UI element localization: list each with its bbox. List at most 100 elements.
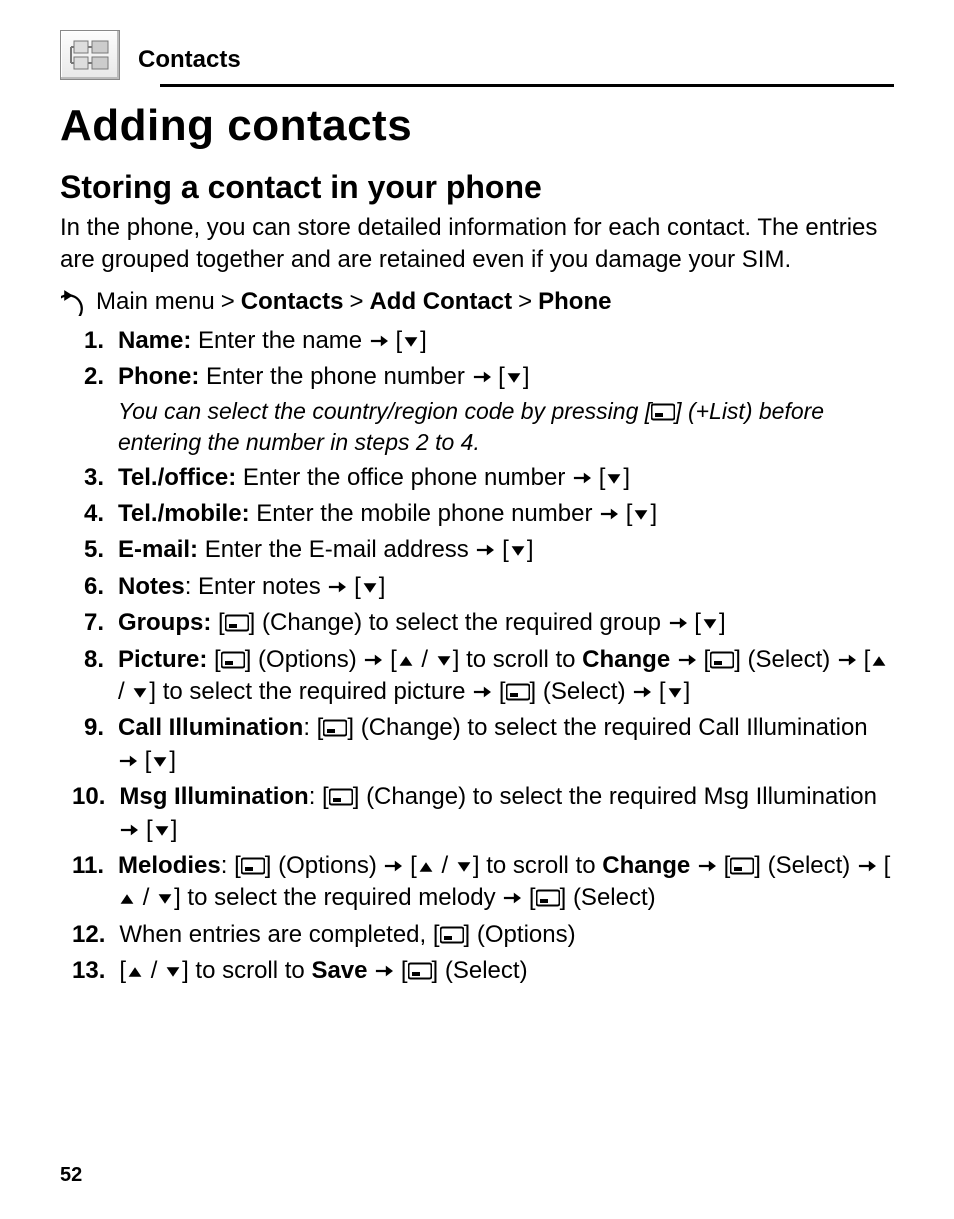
down-icon — [632, 507, 650, 523]
step-label: Name: — [118, 327, 191, 354]
breadcrumb: Main menu > Contacts > Add Contact > Pho… — [60, 287, 894, 317]
step-scroll: to scroll to — [486, 852, 595, 879]
enter-icon — [60, 287, 90, 317]
down-icon — [455, 859, 473, 875]
note-text-a: You can select the country/region code b… — [118, 398, 638, 424]
up-icon — [870, 653, 888, 669]
step-4: 4. Tel./mobile: Enter the mobile phone n… — [72, 498, 894, 530]
right-arrow-icon — [327, 578, 347, 596]
step-label: Msg Illumination — [119, 783, 308, 810]
up-icon — [118, 891, 136, 907]
step-num: 5. — [72, 534, 104, 566]
down-icon — [164, 964, 182, 980]
down-icon — [151, 754, 169, 770]
down-icon — [153, 823, 171, 839]
step-3: 3. Tel./office: Enter the office phone n… — [72, 462, 894, 494]
step-text: Enter the phone number — [206, 363, 465, 390]
down-icon — [701, 616, 719, 632]
right-arrow-icon — [697, 857, 717, 875]
nav-sep: > — [349, 288, 363, 316]
step-select: (Select) — [748, 646, 831, 673]
right-arrow-icon — [632, 683, 652, 701]
right-arrow-icon — [837, 651, 857, 669]
step-text: (Change) to select the required group — [262, 609, 661, 636]
right-arrow-icon — [472, 683, 492, 701]
step-change: Change — [602, 852, 690, 879]
nav-sep: > — [221, 288, 235, 316]
step-10: 10. Msg Illumination: [] (Change) to sel… — [72, 781, 894, 846]
right-arrow-icon — [118, 752, 138, 770]
note-text-b: (+List) — [688, 398, 753, 424]
down-icon — [361, 580, 379, 596]
step-text: (Change) to select the required Call Ill… — [361, 714, 868, 741]
right-arrow-icon — [383, 857, 403, 875]
step-scroll: to scroll to — [466, 646, 575, 673]
nav-sep: > — [518, 288, 532, 316]
softkey-icon — [221, 651, 245, 669]
step-label: Melodies — [118, 852, 221, 879]
step-num: 10. — [72, 781, 105, 846]
step-scroll: to scroll to — [195, 957, 304, 984]
down-icon — [131, 685, 149, 701]
step-num: 8. — [72, 644, 104, 709]
step-8: 8. Picture: [] (Options) [ / ] to scroll… — [72, 644, 894, 709]
softkey-icon — [225, 614, 249, 632]
right-arrow-icon — [599, 505, 619, 523]
step-label: Phone: — [118, 363, 199, 390]
step-12: 12. When entries are completed, [] (Opti… — [72, 919, 894, 951]
step-text: Enter the mobile phone number — [256, 500, 592, 527]
right-arrow-icon — [677, 651, 697, 669]
step-select: (Select) — [543, 678, 626, 705]
step-num: 7. — [72, 607, 104, 639]
step-text: : Enter notes — [185, 573, 321, 600]
step-num: 4. — [72, 498, 104, 530]
step-note: You can select the country/region code b… — [118, 396, 894, 458]
step-label: Groups: — [118, 609, 211, 636]
page-title: Adding contacts — [60, 101, 894, 151]
down-icon — [435, 653, 453, 669]
softkey-icon — [536, 889, 560, 907]
right-arrow-icon — [857, 857, 877, 875]
step-label: Notes — [118, 573, 185, 600]
softkey-icon — [323, 719, 347, 737]
up-icon — [397, 653, 415, 669]
step-label: Call Illumination — [118, 714, 303, 741]
step-num: 3. — [72, 462, 104, 494]
step-num: 11. — [72, 850, 104, 915]
step-list: 1. Name: Enter the name [] 2. Phone: Ent… — [72, 325, 894, 988]
right-arrow-icon — [668, 614, 688, 632]
step-mid: to select the required picture — [163, 678, 466, 705]
step-change: Change — [582, 646, 670, 673]
step-7: 7. Groups: [] (Change) to select the req… — [72, 607, 894, 639]
step-text: Enter the name — [198, 327, 362, 354]
right-arrow-icon — [572, 469, 592, 487]
right-arrow-icon — [363, 651, 383, 669]
step-num: 1. — [72, 325, 104, 357]
step-1: 1. Name: Enter the name [] — [72, 325, 894, 357]
step-2: 2. Phone: Enter the phone number [] You … — [72, 361, 894, 457]
step-options: (Options) — [477, 921, 576, 948]
step-save: Save — [311, 957, 367, 984]
nav-item-add-contact: Add Contact — [369, 288, 512, 316]
step-13: 13. [ / ] to scroll to Save [] (Select) — [72, 955, 894, 987]
up-icon — [417, 859, 435, 875]
step-label: E-mail: — [118, 536, 198, 563]
step-text: Enter the E-mail address — [205, 536, 469, 563]
down-icon — [509, 543, 527, 559]
down-icon — [156, 891, 174, 907]
section-heading: Storing a contact in your phone — [60, 169, 894, 206]
step-select: (Select) — [768, 852, 851, 879]
step-options: (Options) — [258, 646, 357, 673]
step-label: Tel./mobile: — [118, 500, 250, 527]
softkey-icon — [329, 788, 353, 806]
softkey-icon — [408, 962, 432, 980]
step-num: 13. — [72, 955, 105, 987]
step-text: (Change) to select the required Msg Illu… — [366, 783, 877, 810]
step-num: 12. — [72, 919, 105, 951]
step-6: 6. Notes: Enter notes [] — [72, 571, 894, 603]
nav-prefix: Main menu — [96, 288, 215, 316]
step-num: 6. — [72, 571, 104, 603]
step-text: When entries are completed, — [119, 921, 426, 948]
softkey-icon — [730, 857, 754, 875]
nav-item-contacts: Contacts — [241, 288, 344, 316]
